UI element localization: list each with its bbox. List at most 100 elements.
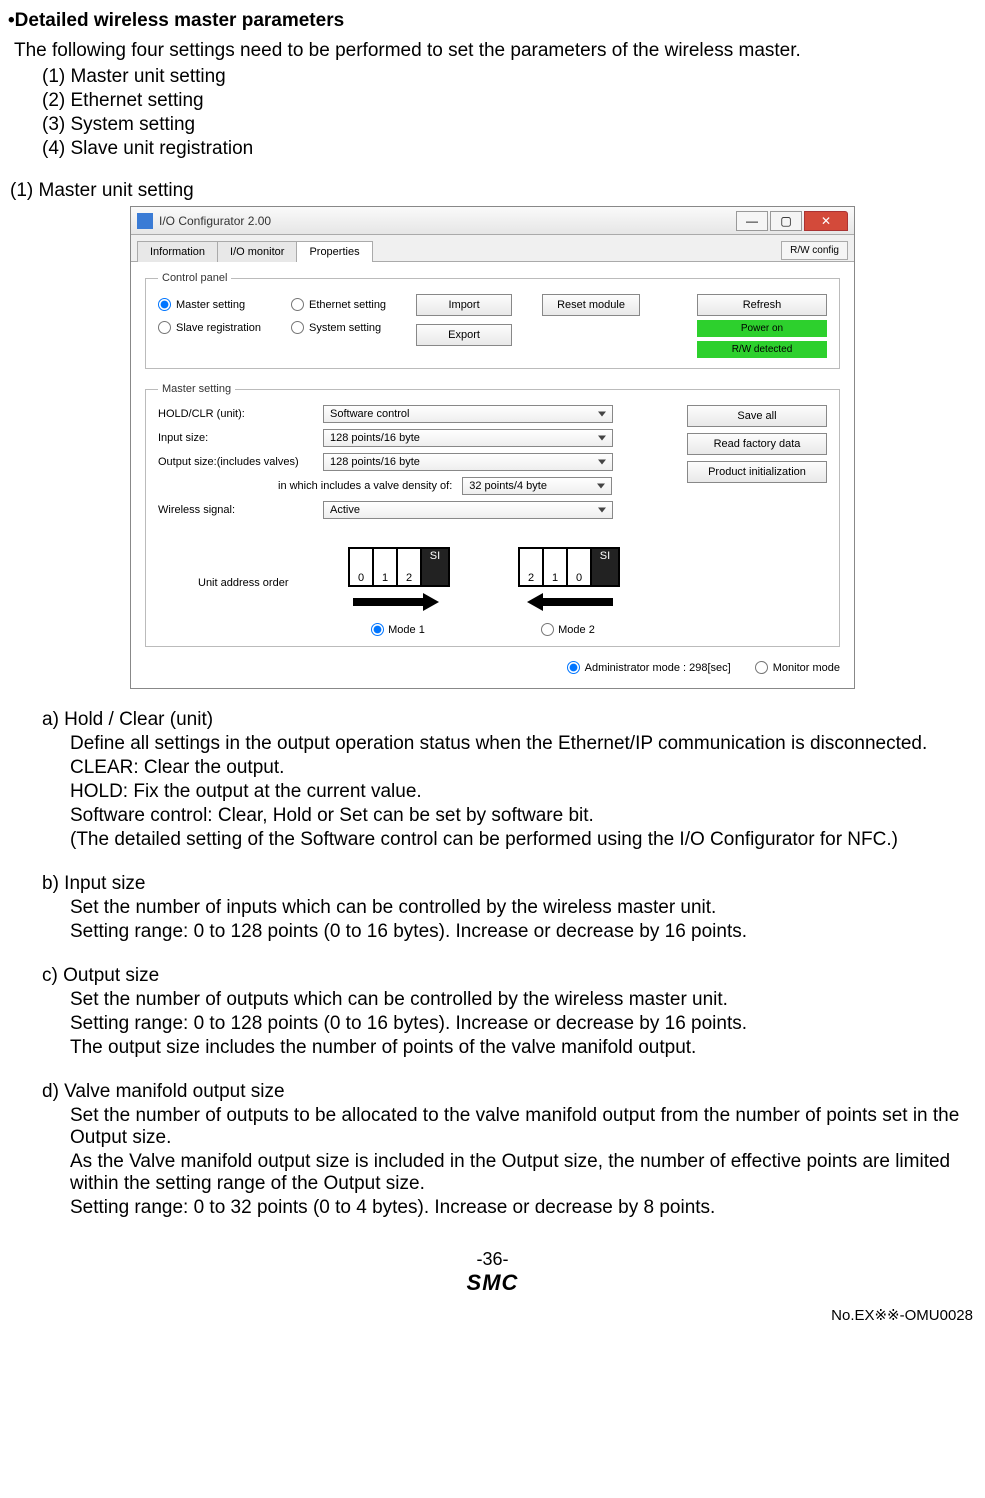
radio-master-setting[interactable]: Master setting bbox=[158, 298, 261, 311]
explain-line: Set the number of inputs which can be co… bbox=[70, 897, 977, 919]
radio-input[interactable] bbox=[158, 321, 171, 334]
explain-line: Set the number of outputs to be allocate… bbox=[70, 1105, 977, 1149]
explain-line: As the Valve manifold output size is inc… bbox=[70, 1151, 977, 1195]
product-init-button[interactable]: Product initialization bbox=[687, 461, 827, 483]
explain-line: Set the number of outputs which can be c… bbox=[70, 989, 977, 1011]
master-setting-legend: Master setting bbox=[158, 383, 235, 395]
box-cell: 2 bbox=[396, 547, 422, 587]
radio-admin-mode[interactable]: Administrator mode : 298[sec] bbox=[567, 661, 731, 674]
box-cell: 0 bbox=[566, 547, 592, 587]
explain-d-title: d) Valve manifold output size bbox=[42, 1081, 977, 1103]
export-button[interactable]: Export bbox=[416, 324, 512, 346]
control-panel-fieldset: Control panel Master setting Slave regis… bbox=[145, 272, 840, 369]
input-size-label: Input size: bbox=[158, 432, 313, 444]
minimize-button[interactable]: — bbox=[736, 211, 768, 231]
box-cell: 2 bbox=[518, 547, 544, 587]
wireless-signal-select[interactable]: Active bbox=[323, 501, 613, 519]
si-cell: SI bbox=[420, 547, 450, 587]
explain-a-title: a) Hold / Clear (unit) bbox=[42, 709, 977, 731]
master-setting-fieldset: Master setting HOLD/CLR (unit): Software… bbox=[145, 383, 840, 647]
wireless-signal-label: Wireless signal: bbox=[158, 504, 313, 516]
radio-input[interactable] bbox=[567, 661, 580, 674]
radio-label: Mode 2 bbox=[558, 624, 595, 636]
maximize-button[interactable]: ▢ bbox=[770, 211, 802, 231]
radio-mode1[interactable]: Mode 1 bbox=[371, 623, 425, 636]
refresh-button[interactable]: Refresh bbox=[697, 294, 827, 316]
radio-ethernet-setting[interactable]: Ethernet setting bbox=[291, 298, 386, 311]
box-cell: 0 bbox=[348, 547, 374, 587]
explain-b-title: b) Input size bbox=[42, 873, 977, 895]
settings-list: (1) Master unit setting (2) Ethernet set… bbox=[42, 66, 977, 160]
app-title: I/O Configurator 2.00 bbox=[159, 214, 734, 228]
input-size-select[interactable]: 128 points/16 byte bbox=[323, 429, 613, 447]
radio-label: Slave registration bbox=[176, 322, 261, 334]
radio-label: Master setting bbox=[176, 299, 245, 311]
tab-properties[interactable]: Properties bbox=[296, 241, 372, 262]
mode1-diagram: 0 1 2 SI Mode 1 bbox=[348, 547, 448, 636]
page-footer: -36- SMC bbox=[8, 1249, 977, 1296]
tab-content: Control panel Master setting Slave regis… bbox=[131, 261, 854, 688]
list-item: (1) Master unit setting bbox=[42, 66, 977, 88]
radio-monitor-mode[interactable]: Monitor mode bbox=[755, 661, 840, 674]
smc-logo: SMC bbox=[8, 1270, 977, 1296]
list-item: (4) Slave unit registration bbox=[42, 138, 977, 160]
arrow-left-icon bbox=[523, 595, 613, 609]
page-number: -36- bbox=[8, 1249, 977, 1270]
intro-text: The following four settings need to be p… bbox=[14, 40, 977, 62]
list-item: (2) Ethernet setting bbox=[42, 90, 977, 112]
explain-line: Setting range: 0 to 128 points (0 to 16 … bbox=[70, 1013, 977, 1035]
tab-information[interactable]: Information bbox=[137, 241, 218, 262]
reset-module-button[interactable]: Reset module bbox=[542, 294, 640, 316]
hold-clr-select[interactable]: Software control bbox=[323, 405, 613, 423]
status-rw-detected: R/W detected bbox=[697, 341, 827, 358]
explain-line: Setting range: 0 to 128 points (0 to 16 … bbox=[70, 921, 977, 943]
radio-input[interactable] bbox=[541, 623, 554, 636]
unit-address-order-label: Unit address order bbox=[198, 547, 318, 589]
app-window: I/O Configurator 2.00 — ▢ ✕ Information … bbox=[130, 206, 855, 689]
page-heading: •Detailed wireless master parameters bbox=[8, 10, 977, 32]
control-panel-legend: Control panel bbox=[158, 272, 231, 284]
read-factory-button[interactable]: Read factory data bbox=[687, 433, 827, 455]
radio-system-setting[interactable]: System setting bbox=[291, 321, 386, 334]
explain-line: The output size includes the number of p… bbox=[70, 1037, 977, 1059]
radio-label: System setting bbox=[309, 322, 381, 334]
mode2-diagram: 2 1 0 SI Mode 2 bbox=[518, 547, 618, 636]
list-item: (3) System setting bbox=[42, 114, 977, 136]
app-icon bbox=[137, 213, 153, 229]
radio-label: Administrator mode : 298[sec] bbox=[585, 662, 731, 674]
box-cell: 1 bbox=[372, 547, 398, 587]
radio-input[interactable] bbox=[291, 321, 304, 334]
radio-input[interactable] bbox=[158, 298, 171, 311]
explain-c-title: c) Output size bbox=[42, 965, 977, 987]
radio-label: Monitor mode bbox=[773, 662, 840, 674]
section-title: (1) Master unit setting bbox=[10, 180, 977, 202]
radio-slave-registration[interactable]: Slave registration bbox=[158, 321, 261, 334]
explain-line: (The detailed setting of the Software co… bbox=[70, 829, 977, 851]
valve-density-label: in which includes a valve density of: bbox=[278, 480, 452, 492]
title-bar: I/O Configurator 2.00 — ▢ ✕ bbox=[131, 207, 854, 235]
arrow-right-icon bbox=[353, 595, 443, 609]
radio-input[interactable] bbox=[755, 661, 768, 674]
import-button[interactable]: Import bbox=[416, 294, 512, 316]
valve-density-select[interactable]: 32 points/4 byte bbox=[462, 477, 612, 495]
document-number: No.EX※※-OMU0028 bbox=[8, 1306, 977, 1324]
output-size-select[interactable]: 128 points/16 byte bbox=[323, 453, 613, 471]
hold-clr-label: HOLD/CLR (unit): bbox=[158, 408, 313, 420]
radio-input[interactable] bbox=[291, 298, 304, 311]
tab-io-monitor[interactable]: I/O monitor bbox=[217, 241, 297, 262]
explain-line: HOLD: Fix the output at the current valu… bbox=[70, 781, 977, 803]
mode-footer: Administrator mode : 298[sec] Monitor mo… bbox=[145, 661, 840, 674]
output-size-label: Output size:(includes valves) bbox=[158, 456, 313, 468]
radio-input[interactable] bbox=[371, 623, 384, 636]
close-button[interactable]: ✕ bbox=[804, 211, 848, 231]
explanation-block: a) Hold / Clear (unit) Define all settin… bbox=[42, 709, 977, 1219]
si-cell: SI bbox=[590, 547, 620, 587]
radio-mode2[interactable]: Mode 2 bbox=[541, 623, 595, 636]
explain-line: Software control: Clear, Hold or Set can… bbox=[70, 805, 977, 827]
save-all-button[interactable]: Save all bbox=[687, 405, 827, 427]
tab-spacer bbox=[372, 261, 782, 262]
rw-config-button[interactable]: R/W config bbox=[781, 241, 848, 260]
explain-line: CLEAR: Clear the output. bbox=[70, 757, 977, 779]
box-cell: 1 bbox=[542, 547, 568, 587]
tab-bar: Information I/O monitor Properties R/W c… bbox=[131, 235, 854, 262]
